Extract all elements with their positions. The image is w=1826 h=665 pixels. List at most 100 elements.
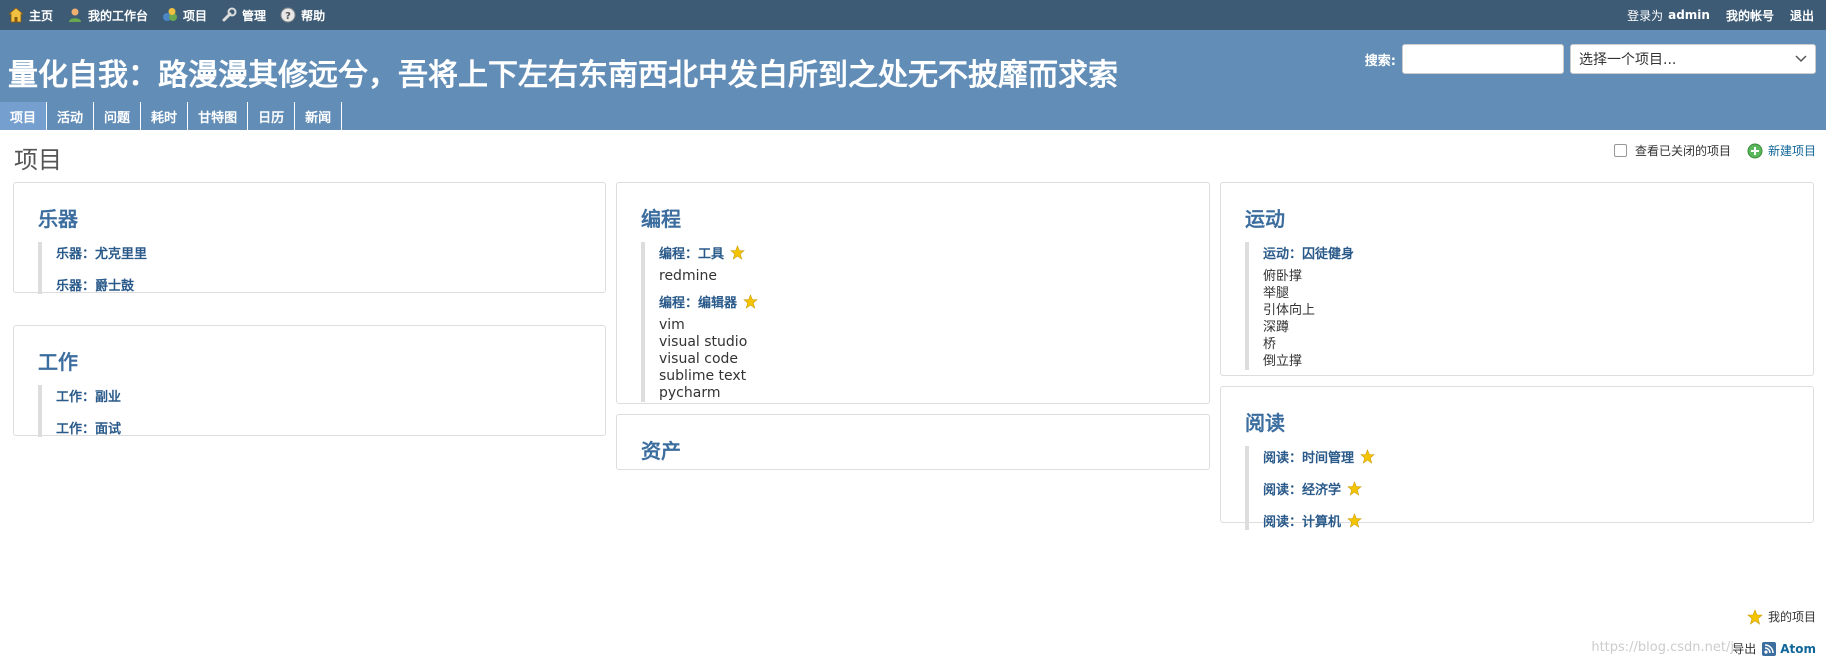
top-menu-home-label: 主页 bbox=[29, 8, 54, 23]
project-title[interactable]: 编程 bbox=[641, 203, 1185, 232]
subproject-link[interactable]: 工作：面试 bbox=[56, 417, 581, 437]
search-label: 搜索: bbox=[1364, 53, 1396, 69]
tab-issues[interactable]: 问题 bbox=[94, 102, 142, 130]
subproject-link[interactable]: 乐器：尤克里里 bbox=[56, 242, 581, 262]
project-jump-select[interactable]: 选择一个项目... bbox=[1570, 44, 1816, 74]
feed-icon bbox=[1762, 641, 1777, 656]
top-menu-my-page[interactable]: 我的工作台 bbox=[67, 7, 148, 24]
top-menu-projects-label: 项目 bbox=[183, 8, 208, 23]
project-box-programming: 编程 编程：工具 redmine 编程：编辑器 vim visual studi… bbox=[616, 182, 1210, 404]
project-box-instruments: 乐器 乐器：尤克里里 乐器：爵士鼓 bbox=[13, 182, 606, 294]
top-menu-my-page-label: 我的工作台 bbox=[88, 8, 149, 23]
list-item: 举腿 bbox=[1263, 286, 1290, 301]
closed-projects-checkbox[interactable] bbox=[1613, 144, 1627, 157]
closed-projects-label: 查看已关闭的项目 bbox=[1634, 144, 1731, 158]
atom-label: Atom bbox=[1780, 641, 1816, 656]
tab-projects[interactable]: 项目 bbox=[0, 102, 48, 130]
atom-link[interactable]: Atom bbox=[1762, 641, 1816, 656]
list-item: 俯卧撑 bbox=[1263, 269, 1303, 284]
tab-gantt[interactable]: 甘特图 bbox=[188, 102, 249, 130]
list-item: 深蹲 bbox=[1263, 320, 1290, 335]
top-menu-home[interactable]: 主页 bbox=[8, 7, 53, 24]
subproject-list: 编程：工具 redmine 编程：编辑器 vim visual studio v… bbox=[641, 242, 1185, 402]
contextual-actions: 查看已关闭的项目 新建项目 bbox=[1613, 142, 1816, 159]
tab-calendar[interactable]: 日历 bbox=[248, 102, 296, 130]
issue-list: vim visual studio visual code sublime te… bbox=[659, 317, 1185, 402]
project-title[interactable]: 阅读 bbox=[1245, 407, 1789, 436]
new-project-link[interactable]: 新建项目 bbox=[1747, 142, 1816, 159]
subproject-label: 编程：编辑器 bbox=[659, 295, 738, 311]
star-icon bbox=[1360, 448, 1375, 464]
user-icon bbox=[67, 7, 83, 23]
project-title[interactable]: 工作 bbox=[38, 346, 581, 375]
top-menu-admin[interactable]: 管理 bbox=[221, 7, 266, 24]
username-link[interactable]: admin bbox=[1668, 8, 1710, 22]
subproject-list: 工作：副业 工作：面试 bbox=[38, 385, 581, 437]
quick-search: 搜索: 选择一个项目... bbox=[1365, 44, 1816, 74]
list-item: visual code bbox=[659, 351, 739, 367]
help-icon: ? bbox=[280, 7, 296, 23]
project-box-assets: 资产 bbox=[616, 414, 1210, 470]
project-box-work: 工作 工作：副业 工作：面试 bbox=[13, 325, 606, 437]
subproject-list: 阅读：时间管理 阅读：经济学 阅读：计算机 bbox=[1245, 446, 1789, 530]
project-box-sports: 运动 运动：囚徒健身 俯卧撑 举腿 引体向上 深蹲 桥 倒立撑 bbox=[1220, 182, 1814, 376]
subproject-link[interactable]: 阅读：计算机 bbox=[1263, 510, 1789, 530]
top-menu-projects[interactable]: 项目 bbox=[162, 7, 207, 24]
tab-news[interactable]: 新闻 bbox=[295, 102, 343, 130]
project-box-reading: 阅读 阅读：时间管理 阅读：经济学 阅读：计算机 bbox=[1220, 386, 1814, 530]
subproject-list: 运动：囚徒健身 俯卧撑 举腿 引体向上 深蹲 桥 倒立撑 bbox=[1245, 242, 1789, 370]
list-item: pycharm bbox=[659, 385, 721, 401]
star-icon bbox=[1347, 512, 1362, 528]
top-menu: 主页 我的工作台 项目 管理 ? 帮助 登录为 admin 我的帐号 退出 bbox=[0, 0, 1826, 30]
logout-label: 退出 bbox=[1789, 8, 1814, 23]
search-input[interactable] bbox=[1402, 44, 1564, 74]
project-title[interactable]: 运动 bbox=[1245, 203, 1789, 232]
content: 项目 查看已关闭的项目 新建项目 乐器 乐器：尤克里里 乐器：爵士鼓 工作 工作… bbox=[0, 130, 1826, 665]
my-account-link[interactable]: 我的帐号 bbox=[1726, 7, 1774, 24]
logout-link[interactable]: 退出 bbox=[1790, 7, 1814, 24]
project-jump-label: 选择一个项目... bbox=[1579, 52, 1677, 68]
top-menu-right: 登录为 admin 我的帐号 退出 bbox=[1627, 0, 1814, 30]
subproject-link[interactable]: 运动：囚徒健身 bbox=[1263, 242, 1789, 262]
header: 量化自我：路漫漫其修远兮，吾将上下左右东南西北中发白所到之处无不披靡而求索 搜索… bbox=[0, 30, 1826, 102]
main-menu-tabs: 项目 活动 问题 耗时 甘特图 日历 新闻 bbox=[0, 102, 1826, 130]
site-title: 量化自我：路漫漫其修远兮，吾将上下左右东南西北中发白所到之处无不披靡而求索 bbox=[8, 58, 1118, 93]
list-item: vim bbox=[659, 317, 685, 333]
subproject-link[interactable]: 阅读：时间管理 bbox=[1263, 446, 1789, 466]
subproject-list: 乐器：尤克里里 乐器：爵士鼓 bbox=[38, 242, 581, 294]
subproject-link[interactable]: 阅读：经济学 bbox=[1263, 478, 1789, 498]
subproject-link[interactable]: 乐器：爵士鼓 bbox=[56, 274, 581, 294]
main-menu: 项目 活动 问题 耗时 甘特图 日历 新闻 bbox=[0, 102, 1826, 130]
subproject-label: 乐器：尤克里里 bbox=[56, 246, 148, 262]
star-icon bbox=[1347, 480, 1362, 496]
new-project-label: 新建项目 bbox=[1767, 144, 1816, 158]
top-menu-admin-label: 管理 bbox=[242, 8, 267, 23]
list-item: visual studio bbox=[659, 334, 748, 350]
project-title[interactable]: 乐器 bbox=[38, 203, 581, 232]
tab-activity[interactable]: 活动 bbox=[47, 102, 95, 130]
project-title[interactable]: 资产 bbox=[641, 435, 1185, 464]
subproject-label: 乐器：爵士鼓 bbox=[56, 278, 135, 294]
subproject-link[interactable]: 编程：编辑器 bbox=[659, 291, 1185, 311]
subproject-label: 编程：工具 bbox=[659, 246, 725, 262]
subproject-link[interactable]: 工作：副业 bbox=[56, 385, 581, 405]
home-icon bbox=[8, 7, 24, 23]
list-item: 倒立撑 bbox=[1263, 354, 1303, 369]
star-icon bbox=[743, 293, 758, 309]
star-icon bbox=[1747, 608, 1763, 625]
top-menu-help-label: 帮助 bbox=[301, 8, 326, 23]
list-item: redmine bbox=[659, 268, 717, 284]
export-links: 导出 Atom bbox=[1732, 640, 1816, 657]
page-title: 项目 bbox=[14, 146, 62, 174]
watermark: https://blog.csdn.net/j bbox=[1591, 640, 1734, 655]
export-label: 导出 bbox=[1732, 642, 1757, 656]
subproject-label: 阅读：时间管理 bbox=[1263, 450, 1355, 466]
subproject-link[interactable]: 编程：工具 bbox=[659, 242, 1185, 262]
logged-in-prefix: 登录为 bbox=[1627, 8, 1664, 23]
add-icon bbox=[1747, 143, 1763, 158]
top-menu-help[interactable]: ? 帮助 bbox=[280, 7, 325, 24]
wrench-icon bbox=[221, 7, 237, 23]
projects-icon bbox=[162, 7, 178, 23]
tab-time-entries[interactable]: 耗时 bbox=[141, 102, 189, 130]
subproject-label: 阅读：经济学 bbox=[1263, 482, 1342, 498]
